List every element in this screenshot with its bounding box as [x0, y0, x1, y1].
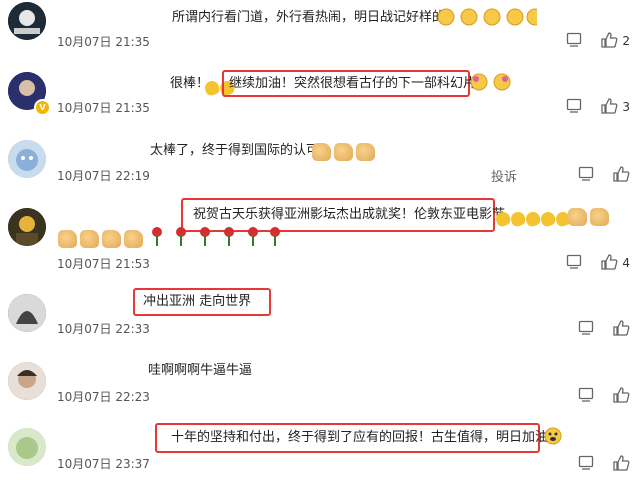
thumbs-up-icon[interactable] [612, 386, 630, 407]
thumbs-up-emoji [312, 141, 378, 161]
comment-text: 继续加油！突然很想看古仔的下一部科幻片 [229, 76, 477, 91]
emoji-icon [543, 426, 563, 450]
report-button[interactable]: 投诉 [491, 166, 517, 185]
comment-text: 太棒了，终于得到国际的认可 [150, 143, 320, 158]
avatar[interactable] [8, 2, 46, 40]
avatar-image [8, 294, 46, 332]
avatar-image [8, 2, 46, 40]
comment-item: 太棒了，终于得到国际的认可 10月07日 22:19 投诉 [0, 134, 640, 190]
thumbs-up-emoji [58, 228, 146, 248]
comment-text: 十年的坚持和付出，终于得到了应有的回报！古生值得，明日加油！ [171, 430, 562, 445]
comment-time: 10月07日 21:35 [57, 35, 150, 49]
comment-time: 10月07日 21:53 [57, 257, 150, 271]
comment-icon[interactable] [578, 165, 594, 185]
avatar-image [8, 362, 46, 400]
comment-icon[interactable] [578, 454, 594, 474]
comment-text: 冲出亚洲 走向世界 [143, 294, 252, 309]
like-count: 3 [622, 100, 630, 114]
comment-time: 10月07日 21:35 [57, 101, 150, 115]
comment-icon[interactable] [566, 97, 582, 117]
comment-actions: 4 [548, 253, 630, 273]
comment-actions: 2 [548, 31, 630, 51]
comment-time: 10月07日 22:23 [57, 390, 150, 404]
comment-text: 所谓内行看门道，外行看热闹，明日战记好样的 [172, 10, 446, 25]
comment-actions [560, 319, 630, 339]
comment-time: 10月07日 22:19 [57, 169, 150, 183]
comment-actions: 3 [548, 97, 630, 117]
comment-text: 祝贺古天乐获得亚洲影坛杰出成就奖！伦敦东亚电影节 [193, 207, 506, 222]
clap-icon [494, 208, 572, 228]
comment-item: 冲出亚洲 走向世界 10月07日 22:33 [0, 285, 640, 341]
comment-item: 哇啊啊啊牛逼牛逼 10月07日 22:23 [0, 354, 640, 410]
comment-actions [560, 165, 630, 185]
comment-actions [560, 454, 630, 474]
comment-time: 10月07日 22:33 [57, 322, 150, 336]
comment-text-prefix: 很棒！ [170, 76, 210, 91]
avatar-image [8, 428, 46, 466]
comment-icon[interactable] [578, 386, 594, 406]
comment-icon[interactable] [578, 319, 594, 339]
thumbs-up-icon[interactable] [612, 165, 630, 186]
verified-icon: V [34, 99, 51, 116]
like-count: 2 [622, 34, 630, 48]
avatar[interactable] [8, 140, 46, 178]
comment-text: 哇啊啊啊牛逼牛逼 [148, 363, 253, 378]
emoji-icon [437, 7, 544, 31]
emoji-icon [470, 72, 516, 96]
thumbs-up-icon[interactable] [600, 253, 618, 274]
avatar-image [8, 208, 46, 246]
avatar[interactable] [8, 208, 46, 246]
thumbs-up-icon[interactable] [600, 31, 618, 52]
comment-icon[interactable] [566, 31, 582, 51]
comment-icon[interactable] [566, 253, 582, 273]
comment-item: 十年的坚持和付出，终于得到了应有的回报！古生值得，明日加油！ 10月07日 23… [0, 420, 640, 489]
avatar[interactable] [8, 428, 46, 466]
avatar-image [8, 140, 46, 178]
avatar[interactable] [8, 294, 46, 332]
comment-actions [560, 386, 630, 406]
thumbs-up-emoji [568, 206, 612, 226]
thumbs-up-icon[interactable] [612, 319, 630, 340]
rose-icon [150, 226, 280, 252]
like-count: 4 [622, 256, 630, 270]
thumbs-up-icon[interactable] [612, 454, 630, 475]
avatar[interactable] [8, 362, 46, 400]
comment-item: 所谓内行看门道，外行看热闹，明日战记好样的 10月07日 21:35 2 [0, 0, 640, 58]
comment-item: V 很棒！ 继续加油！突然很想看古仔的下一部科幻片 10月07日 21:35 3 [0, 66, 640, 122]
comment-item: 祝贺古天乐获得亚洲影坛杰出成就奖！伦敦东亚电影节 10月07日 21:53 4 [0, 196, 640, 274]
thumbs-up-icon[interactable] [600, 97, 618, 118]
comment-time: 10月07日 23:37 [57, 457, 150, 471]
